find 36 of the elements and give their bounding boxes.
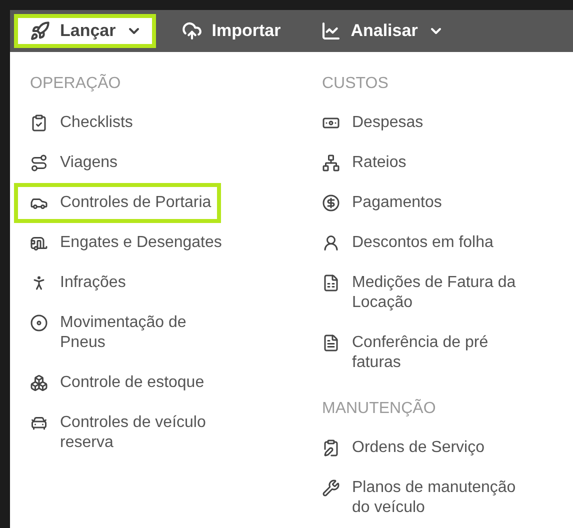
clipboard-pen-icon [322, 439, 340, 457]
menu-item[interactable]: Controle de estoque [14, 363, 214, 403]
menu-item[interactable]: Descontos em folha [306, 223, 504, 263]
line-chart-icon [320, 21, 341, 41]
nav-tab[interactable]: Importar [162, 10, 301, 52]
section-heading: CUSTOS [321, 74, 388, 94]
nav-tab[interactable]: Analisar [300, 10, 464, 52]
menu-item[interactable]: Pagamentos [306, 183, 452, 223]
menu-item[interactable]: Movimentação de Pneus [14, 303, 242, 363]
boxes-icon [30, 374, 48, 392]
section-heading: MANUTENÇÃO [321, 398, 436, 419]
menu-item[interactable]: Despesas [306, 103, 434, 143]
spreadsheet-icon [322, 274, 340, 292]
menu-item[interactable]: Checklists [14, 103, 143, 143]
dollar-circle-icon [322, 194, 340, 212]
menu-item[interactable]: Medições de Fatura da Locação [306, 263, 529, 323]
menu-item[interactable]: Viagens [14, 143, 128, 183]
wrench-icon [322, 479, 340, 497]
menu-item[interactable]: Rateios [306, 143, 416, 183]
trailer-icon [30, 234, 48, 252]
menu-item[interactable]: Conferência de pré faturas [306, 323, 529, 383]
nav-tab[interactable]: Lançar [14, 14, 156, 48]
document-icon [322, 334, 340, 352]
clipboard-check-icon [30, 114, 48, 132]
cloud-upload-icon [182, 21, 202, 41]
network-icon [322, 154, 340, 172]
menu-item[interactable]: Infrações [14, 263, 136, 303]
car-front-icon [30, 414, 48, 432]
menu-item[interactable]: Planos de manutenção do veículo [306, 468, 529, 528]
menu-item[interactable]: Engates e Desengates [14, 223, 232, 263]
rocket-icon [30, 21, 50, 41]
user-icon [322, 234, 340, 252]
menu-item[interactable]: Controles de veículo reserva [14, 403, 242, 463]
section-heading: OPERAÇÃO [29, 73, 121, 94]
menu-item[interactable]: Controles de Portaria [14, 183, 222, 223]
menu-item[interactable]: Ordens de Serviço [306, 428, 495, 468]
